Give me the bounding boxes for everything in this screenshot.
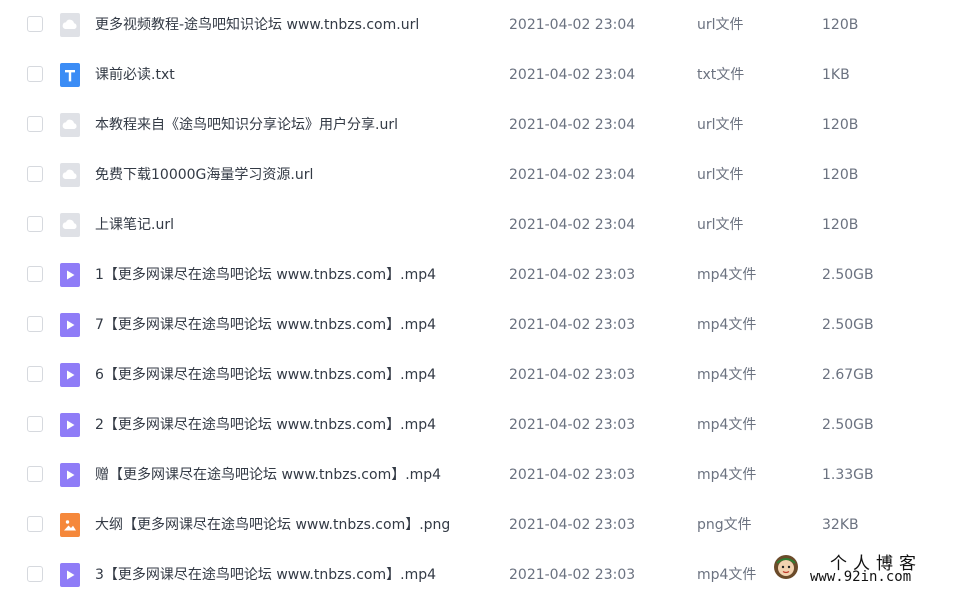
file-size: 2.50GB [822, 317, 874, 333]
watermark-url: www.92in.com [810, 569, 912, 585]
file-type: mp4文件 [697, 367, 757, 383]
file-type: mp4文件 [697, 467, 757, 483]
file-name[interactable]: 上课笔记.url [95, 200, 174, 250]
file-type: txt文件 [697, 67, 745, 83]
file-row[interactable]: 上课笔记.url 2021-04-02 23:04 url文件 120B [0, 200, 961, 250]
file-name[interactable]: 更多视频教程-途鸟吧知识论坛 www.tnbzs.com.url [95, 0, 419, 50]
row-checkbox[interactable] [27, 316, 43, 332]
file-type: mp4文件 [697, 267, 757, 283]
file-name[interactable]: 赠【更多网课尽在途鸟吧论坛 www.tnbzs.com】.mp4 [95, 450, 441, 500]
file-date: 2021-04-02 23:04 [509, 117, 636, 133]
video-file-icon [60, 363, 80, 387]
file-size: 120B [822, 167, 859, 183]
file-date: 2021-04-02 23:04 [509, 17, 636, 33]
file-date: 2021-04-02 23:04 [509, 167, 636, 183]
file-size: 2.50GB [822, 267, 874, 283]
file-size: 120B [822, 17, 859, 33]
file-name[interactable]: 1【更多网课尽在途鸟吧论坛 www.tnbzs.com】.mp4 [95, 250, 436, 300]
url-file-icon [60, 163, 80, 187]
video-file-icon [60, 463, 80, 487]
file-type: mp4文件 [697, 417, 757, 433]
row-checkbox[interactable] [27, 266, 43, 282]
file-type: mp4文件 [697, 567, 757, 583]
url-file-icon [60, 13, 80, 37]
row-checkbox[interactable] [27, 16, 43, 32]
row-checkbox[interactable] [27, 366, 43, 382]
file-type: url文件 [697, 117, 744, 133]
file-size: 2.67GB [822, 367, 874, 383]
file-date: 2021-04-02 23:03 [509, 417, 636, 433]
row-checkbox[interactable] [27, 166, 43, 182]
file-type: mp4文件 [697, 317, 757, 333]
file-date: 2021-04-02 23:03 [509, 567, 636, 583]
file-row[interactable]: 2【更多网课尽在途鸟吧论坛 www.tnbzs.com】.mp4 2021-04… [0, 400, 961, 450]
file-date: 2021-04-02 23:03 [509, 517, 636, 533]
file-name[interactable]: 课前必读.txt [95, 50, 175, 100]
file-date: 2021-04-02 23:03 [509, 317, 636, 333]
file-name[interactable]: 本教程来自《途鸟吧知识分享论坛》用户分享.url [95, 100, 398, 150]
file-size: 1.33GB [822, 467, 874, 483]
file-date: 2021-04-02 23:03 [509, 467, 636, 483]
file-size: 32KB [822, 517, 859, 533]
file-type: url文件 [697, 217, 744, 233]
row-checkbox[interactable] [27, 516, 43, 532]
file-type: url文件 [697, 17, 744, 33]
file-type: png文件 [697, 517, 752, 533]
file-name[interactable]: 大纲【更多网课尽在途鸟吧论坛 www.tnbzs.com】.png [95, 500, 450, 550]
file-row[interactable]: 赠【更多网课尽在途鸟吧论坛 www.tnbzs.com】.mp4 2021-04… [0, 450, 961, 500]
video-file-icon [60, 563, 80, 587]
file-row[interactable]: 更多视频教程-途鸟吧知识论坛 www.tnbzs.com.url 2021-04… [0, 0, 961, 50]
row-checkbox[interactable] [27, 416, 43, 432]
file-size: 120B [822, 217, 859, 233]
file-name[interactable]: 7【更多网课尽在途鸟吧论坛 www.tnbzs.com】.mp4 [95, 300, 436, 350]
row-checkbox[interactable] [27, 66, 43, 82]
url-file-icon [60, 113, 80, 137]
row-checkbox[interactable] [27, 466, 43, 482]
file-name[interactable]: 2【更多网课尽在途鸟吧论坛 www.tnbzs.com】.mp4 [95, 400, 436, 450]
file-row[interactable]: 7【更多网课尽在途鸟吧论坛 www.tnbzs.com】.mp4 2021-04… [0, 300, 961, 350]
url-file-icon [60, 213, 80, 237]
file-row[interactable]: 大纲【更多网课尽在途鸟吧论坛 www.tnbzs.com】.png 2021-0… [0, 500, 961, 550]
file-size: 120B [822, 117, 859, 133]
file-date: 2021-04-02 23:03 [509, 367, 636, 383]
file-row[interactable]: 免费下载10000G海量学习资源.url 2021-04-02 23:04 ur… [0, 150, 961, 200]
file-date: 2021-04-02 23:04 [509, 67, 636, 83]
file-size: 2.50GB [822, 417, 874, 433]
video-file-icon [60, 263, 80, 287]
file-row[interactable]: 1【更多网课尽在途鸟吧论坛 www.tnbzs.com】.mp4 2021-04… [0, 250, 961, 300]
file-date: 2021-04-02 23:04 [509, 217, 636, 233]
row-checkbox[interactable] [27, 116, 43, 132]
file-name[interactable]: 3【更多网课尽在途鸟吧论坛 www.tnbzs.com】.mp4 [95, 550, 436, 600]
watermark: 个人博客 www.92in.com [768, 547, 958, 587]
file-type: url文件 [697, 167, 744, 183]
file-row[interactable]: 课前必读.txt 2021-04-02 23:04 txt文件 1KB [0, 50, 961, 100]
file-date: 2021-04-02 23:03 [509, 267, 636, 283]
video-file-icon [60, 313, 80, 337]
file-name[interactable]: 免费下载10000G海量学习资源.url [95, 150, 313, 200]
image-file-icon [60, 513, 80, 537]
txt-file-icon [60, 63, 80, 87]
avatar-icon [772, 553, 800, 581]
row-checkbox[interactable] [27, 216, 43, 232]
file-size: 1KB [822, 67, 850, 83]
file-row[interactable]: 本教程来自《途鸟吧知识分享论坛》用户分享.url 2021-04-02 23:0… [0, 100, 961, 150]
file-name[interactable]: 6【更多网课尽在途鸟吧论坛 www.tnbzs.com】.mp4 [95, 350, 436, 400]
video-file-icon [60, 413, 80, 437]
row-checkbox[interactable] [27, 566, 43, 582]
file-row[interactable]: 6【更多网课尽在途鸟吧论坛 www.tnbzs.com】.mp4 2021-04… [0, 350, 961, 400]
